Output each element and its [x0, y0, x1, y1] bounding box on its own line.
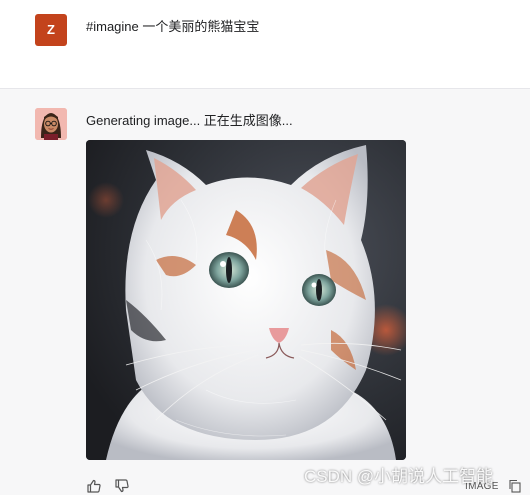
- generated-cat-image[interactable]: [86, 140, 406, 460]
- message-actions: [86, 478, 130, 496]
- bot-message-text: Generating image... 正在生成图像...: [86, 113, 293, 128]
- user-avatar: Z: [35, 14, 67, 46]
- user-message: Z #imagine 一个美丽的熊猫宝宝: [0, 0, 530, 89]
- bot-message: Generating image... 正在生成图像... IMAGE: [0, 89, 530, 495]
- user-message-text: #imagine 一个美丽的熊猫宝宝: [86, 19, 260, 34]
- watermark: CSDN @小胡说人工智能: [304, 467, 494, 486]
- thumbs-down-icon[interactable]: [114, 478, 130, 494]
- copy-icon[interactable]: [508, 479, 522, 493]
- girl-avatar-icon: [35, 108, 67, 140]
- thumbs-up-icon[interactable]: [86, 478, 102, 494]
